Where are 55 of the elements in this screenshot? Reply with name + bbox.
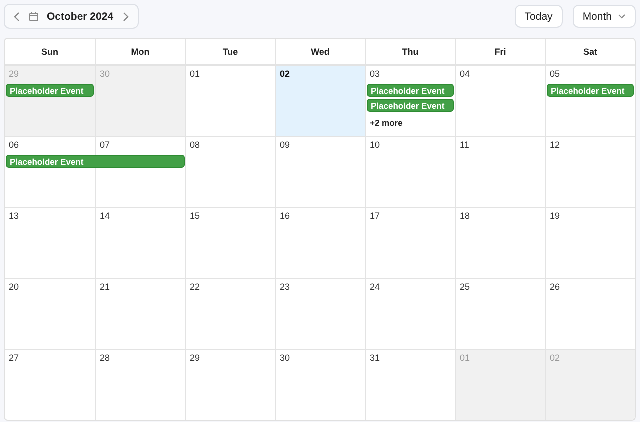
day-number: 19	[549, 211, 562, 221]
day-number: 14	[99, 211, 112, 221]
day-number: 30	[279, 353, 292, 363]
day-number: 23	[279, 282, 292, 292]
event-chip[interactable]: Placeholder Event	[6, 84, 94, 97]
weekday-header: Sat	[545, 39, 635, 64]
day-number: 07	[99, 140, 112, 150]
today-button[interactable]: Today	[514, 5, 563, 28]
day-number: 29	[189, 353, 202, 363]
event-chip[interactable]: Placeholder Event	[6, 155, 185, 168]
day-number: 15	[189, 211, 202, 221]
day-number: 25	[459, 282, 472, 292]
day-number: 02	[279, 69, 292, 79]
day-number: 27	[8, 353, 20, 363]
day-number: 12	[549, 140, 562, 150]
day-number: 01	[459, 353, 472, 363]
more-events-link[interactable]: +2 more	[366, 118, 403, 128]
day-number: 04	[459, 69, 472, 79]
event-chip[interactable]: Placeholder Event	[367, 99, 454, 112]
weekday-header: Thu	[365, 39, 455, 64]
day-number: 17	[369, 211, 382, 221]
day-number: 10	[369, 140, 382, 150]
weekday-header: Wed	[275, 39, 365, 64]
day-number: 02	[549, 353, 562, 363]
event-chip[interactable]: Placeholder Event	[367, 84, 454, 97]
day-number: 30	[99, 69, 112, 79]
day-number: 03	[369, 69, 382, 79]
day-number: 06	[8, 140, 20, 150]
day-number: 05	[549, 69, 562, 79]
weekday-header: Sun	[40, 46, 60, 58]
day-number: 31	[369, 353, 382, 363]
day-number: 20	[8, 282, 20, 292]
day-number: 08	[189, 140, 202, 150]
calendar-icon	[29, 12, 39, 22]
month-title: October 2024	[47, 10, 114, 22]
day-number: 18	[459, 211, 472, 221]
day-number: 01	[189, 69, 202, 79]
day-number: 21	[99, 282, 112, 292]
day-number: 22	[189, 282, 202, 292]
day-number: 29	[8, 69, 20, 79]
day-number: 16	[279, 211, 292, 221]
day-number: 28	[99, 353, 112, 363]
view-select[interactable]: Month	[572, 5, 636, 28]
next-month-button[interactable]	[122, 12, 130, 22]
day-number: 26	[549, 282, 562, 292]
weekday-header: Tue	[185, 39, 275, 64]
day-number: 09	[279, 140, 292, 150]
chevron-down-icon	[618, 14, 626, 19]
previous-month-button[interactable]	[13, 12, 21, 22]
day-number: 11	[459, 140, 470, 150]
weekday-header: Mon	[95, 39, 185, 64]
event-chip[interactable]: Placeholder Event	[547, 84, 634, 97]
day-number: 24	[369, 282, 382, 292]
weekday-header: Fri	[455, 39, 545, 64]
day-number: 13	[8, 211, 20, 221]
